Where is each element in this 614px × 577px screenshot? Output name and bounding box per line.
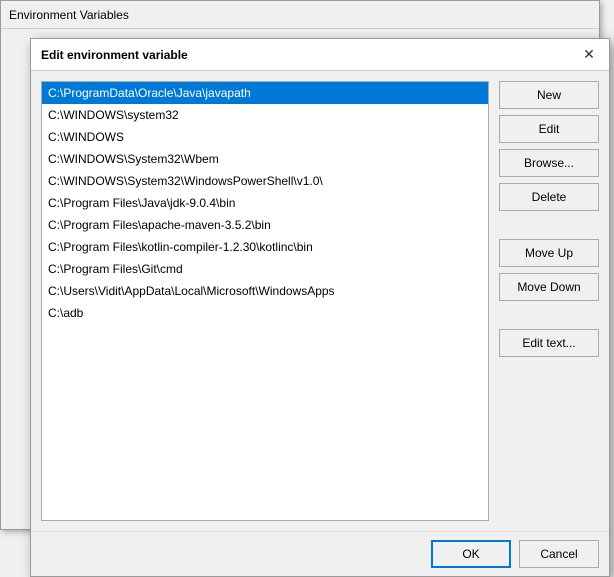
delete-button[interactable]: Delete (499, 183, 599, 211)
path-list-item[interactable]: C:\WINDOWS\System32\WindowsPowerShell\v1… (42, 170, 488, 192)
new-button[interactable]: New (499, 81, 599, 109)
path-list-item[interactable]: C:\Program Files\Git\cmd (42, 258, 488, 280)
path-list-item[interactable]: C:\Program Files\apache-maven-3.5.2\bin (42, 214, 488, 236)
path-list-item[interactable]: C:\Users\Vidit\AppData\Local\Microsoft\W… (42, 280, 488, 302)
dialog-titlebar: Edit environment variable ✕ (31, 39, 609, 71)
dialog-title: Edit environment variable (41, 48, 579, 62)
path-list-area: C:\ProgramData\Oracle\Java\javapathC:\WI… (41, 81, 489, 521)
dialog-footer: OK Cancel (31, 531, 609, 576)
move-up-button[interactable]: Move Up (499, 239, 599, 267)
path-list-item[interactable]: C:\WINDOWS\system32 (42, 104, 488, 126)
action-buttons-panel: New Edit Browse... Delete Move Up Move D… (499, 81, 599, 521)
move-down-button[interactable]: Move Down (499, 273, 599, 301)
path-list-item[interactable]: C:\WINDOWS (42, 126, 488, 148)
dialog-close-button[interactable]: ✕ (579, 45, 599, 65)
edit-button[interactable]: Edit (499, 115, 599, 143)
path-list-item[interactable]: C:\adb (42, 302, 488, 324)
outer-titlebar: Environment Variables (1, 1, 599, 29)
path-list-item[interactable]: C:\ProgramData\Oracle\Java\javapath (42, 82, 488, 104)
edit-text-button[interactable]: Edit text... (499, 329, 599, 357)
path-listbox[interactable]: C:\ProgramData\Oracle\Java\javapathC:\WI… (41, 81, 489, 521)
path-list-item[interactable]: C:\WINDOWS\System32\Wbem (42, 148, 488, 170)
path-list-item[interactable]: C:\Program Files\kotlin-compiler-1.2.30\… (42, 236, 488, 258)
dialog-body: C:\ProgramData\Oracle\Java\javapathC:\WI… (31, 71, 609, 531)
edit-env-dialog: Edit environment variable ✕ C:\ProgramDa… (30, 38, 610, 577)
browse-button[interactable]: Browse... (499, 149, 599, 177)
outer-window-title: Environment Variables (9, 8, 591, 22)
ok-button[interactable]: OK (431, 540, 511, 568)
cancel-button[interactable]: Cancel (519, 540, 599, 568)
path-list-item[interactable]: C:\Program Files\Java\jdk-9.0.4\bin (42, 192, 488, 214)
